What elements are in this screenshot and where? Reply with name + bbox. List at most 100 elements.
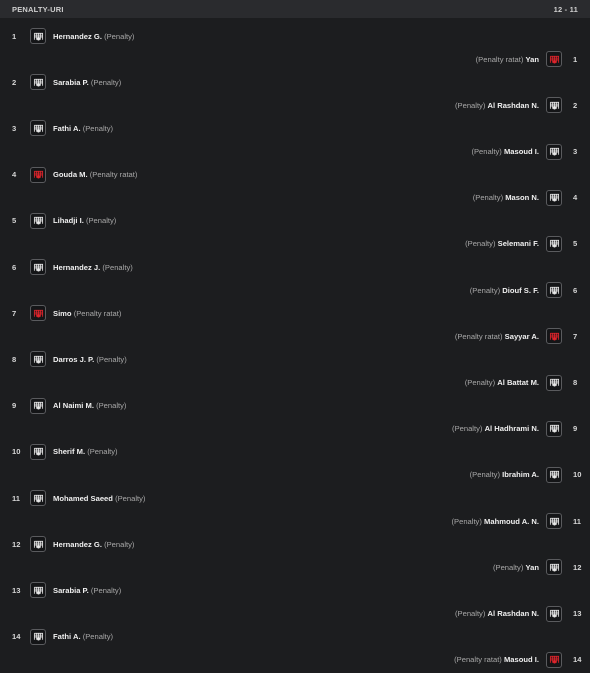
- player-name: Fathi A.: [53, 123, 81, 133]
- penalty-outcome-label: (Penalty ratat): [89, 170, 138, 180]
- penalty-scored-icon: [546, 282, 562, 299]
- home-penalty-row: 11 Mohamed Saeed (Penalty): [0, 486, 590, 510]
- kick-number: 3: [573, 147, 578, 156]
- penalty-scored-icon: [546, 97, 562, 114]
- player-name: Diouf S. F.: [502, 285, 539, 295]
- kick-number: 6: [12, 262, 17, 272]
- kick-number: 9: [573, 424, 578, 434]
- player-name: Fathi A.: [53, 632, 81, 642]
- penalty-outcome-label: (Penalty ratat): [475, 54, 524, 64]
- penalty-scored-icon: [546, 143, 562, 160]
- penalty-outcome-label: (Penalty): [82, 632, 114, 642]
- kick-description: Sherif M. (Penalty): [53, 447, 118, 456]
- penalty-outcome-label: (Penalty): [90, 77, 122, 87]
- kick-description: (Penalty) Yan: [493, 563, 539, 572]
- player-name: Mason N.: [505, 193, 539, 203]
- kick-description: Sarabia P. (Penalty): [53, 586, 121, 595]
- kick-description: (Penalty) Mason N.: [473, 193, 539, 202]
- kick-number: 13: [12, 585, 21, 595]
- kick-number: 4: [12, 170, 17, 180]
- kick-description: Lihadji I. (Penalty): [53, 216, 116, 225]
- kick-number: 5: [12, 216, 17, 226]
- player-name: Hernandez G.: [53, 539, 102, 549]
- kick-number: 4: [573, 193, 578, 203]
- away-penalty-row: (Penalty) Mason N. 4: [0, 186, 590, 210]
- penalty-header: PENALTY-URI 12 - 11: [0, 0, 590, 18]
- home-penalty-row: 7 Simo (Penalty ratat): [0, 301, 590, 325]
- penalty-scored-icon: [30, 443, 46, 460]
- away-penalty-row: (Penalty) Al Hadhrami N. 9: [0, 417, 590, 441]
- player-name: Darros J. P.: [53, 354, 95, 364]
- player-name: Lihadji I.: [53, 216, 84, 226]
- kick-description: (Penalty) Diouf S. F.: [470, 286, 539, 295]
- penalty-scored-icon: [30, 397, 46, 414]
- player-name: Sarabia P.: [53, 77, 89, 87]
- away-penalty-row: (Penalty) Yan 12: [0, 555, 590, 579]
- player-name: Masoud I.: [503, 147, 539, 156]
- player-name: Al Battat M.: [497, 378, 539, 387]
- home-penalty-row: 1 Hernandez G. (Penalty): [0, 24, 590, 48]
- penalty-scored-icon: [546, 235, 562, 252]
- kick-number: 14: [573, 655, 582, 665]
- home-penalty-row: 12 Hernandez G. (Penalty): [0, 532, 590, 556]
- penalty-outcome-label: (Penalty): [455, 609, 486, 618]
- kick-number: 12: [12, 539, 21, 549]
- player-name: Hernandez G.: [53, 31, 102, 41]
- kick-number: 8: [12, 354, 17, 364]
- kick-number: 10: [573, 470, 582, 480]
- penalty-outcome-label: (Penalty): [465, 239, 496, 249]
- home-penalty-row: 9 Al Naimi M. (Penalty): [0, 394, 590, 418]
- penalty-outcome-label: (Penalty): [492, 562, 524, 572]
- kick-number: 12: [573, 562, 582, 572]
- penalty-missed-icon: [30, 305, 46, 322]
- player-name: Sherif M.: [53, 447, 86, 457]
- kick-number: 2: [573, 100, 578, 110]
- player-name: Al Rashdan N.: [487, 100, 539, 110]
- penalty-scored-icon: [30, 582, 46, 599]
- penalty-scored-icon: [30, 28, 46, 44]
- player-name: Al Naimi M.: [53, 401, 94, 411]
- penalty-outcome-label: (Penalty): [90, 585, 122, 595]
- penalty-scored-icon: [30, 120, 46, 137]
- penalty-outcome-label: (Penalty): [104, 539, 135, 549]
- kick-number: 11: [12, 493, 21, 503]
- away-penalty-row: (Penalty) Al Rashdan N. 2: [0, 93, 590, 117]
- kick-number: 9: [12, 401, 17, 411]
- kick-number: 10: [12, 447, 21, 457]
- player-name: Hernandez J.: [53, 262, 101, 272]
- player-name: Sayyar A.: [504, 331, 539, 341]
- penalty-outcome-label: (Penalty): [104, 31, 135, 41]
- kick-description: Simo (Penalty ratat): [53, 309, 121, 318]
- penalty-scored-icon: [546, 420, 562, 437]
- penalty-scored-icon: [546, 559, 562, 576]
- player-name: Yan: [525, 562, 539, 572]
- kick-description: (Penalty ratat) Sayyar A.: [455, 332, 539, 341]
- kick-number: 13: [573, 609, 582, 618]
- player-name: Ibrahim A.: [502, 470, 539, 480]
- penalty-outcome-label: (Penalty): [96, 401, 127, 411]
- away-penalty-row: (Penalty ratat) Yan 1: [0, 47, 590, 71]
- kick-number: 8: [573, 378, 578, 387]
- kick-description: Hernandez G. (Penalty): [53, 32, 134, 41]
- penalty-outcome-label: (Penalty ratat): [454, 331, 503, 341]
- kick-number: 11: [573, 516, 582, 526]
- kick-description: (Penalty) Al Battat M.: [465, 378, 539, 387]
- penalty-outcome-label: (Penalty): [464, 378, 496, 387]
- kick-description: Hernandez G. (Penalty): [53, 540, 134, 549]
- penalty-outcome-label: (Penalty): [472, 193, 504, 203]
- kick-number: 5: [573, 239, 578, 249]
- away-penalty-row: (Penalty) Al Rashdan N. 13: [0, 602, 590, 626]
- penalty-outcome-label: (Penalty): [455, 100, 486, 110]
- home-penalty-row: 14 Fathi A. (Penalty): [0, 625, 590, 649]
- kick-description: Sarabia P. (Penalty): [53, 78, 121, 87]
- penalty-scored-icon: [546, 189, 562, 206]
- kick-description: (Penalty) Ibrahim A.: [470, 470, 539, 479]
- kick-description: Gouda M. (Penalty ratat): [53, 170, 137, 179]
- penalty-outcome-label: (Penalty): [471, 147, 502, 156]
- away-penalty-row: (Penalty) Al Battat M. 8: [0, 371, 590, 395]
- kick-description: Fathi A. (Penalty): [53, 124, 113, 133]
- penalty-scored-icon: [30, 212, 46, 229]
- home-penalty-row: 13 Sarabia P. (Penalty): [0, 578, 590, 602]
- home-penalty-row: 10 Sherif M. (Penalty): [0, 440, 590, 464]
- home-penalty-row: 4 Gouda M. (Penalty ratat): [0, 163, 590, 187]
